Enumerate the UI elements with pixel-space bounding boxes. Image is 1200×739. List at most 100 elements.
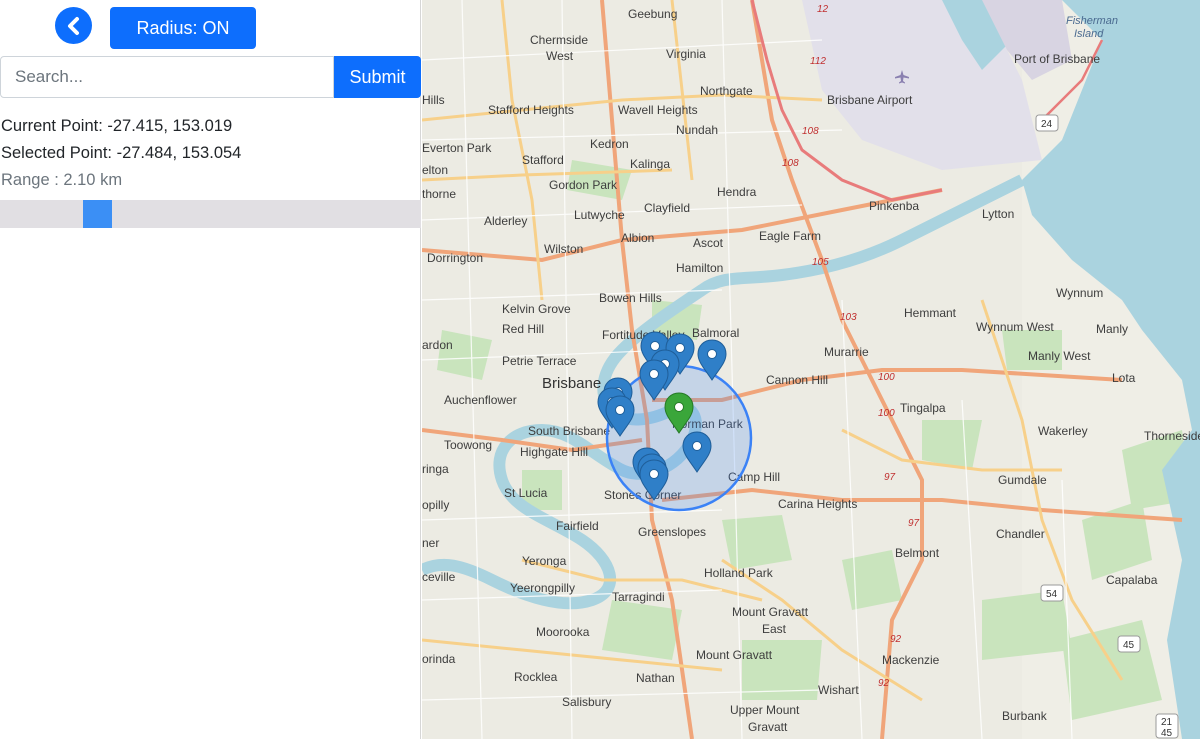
- svg-text:Hamilton: Hamilton: [676, 261, 723, 275]
- map-view[interactable]: Geebung Chermside West Virginia Northgat…: [422, 0, 1200, 739]
- svg-text:Virginia: Virginia: [666, 47, 706, 61]
- svg-text:Mount Gravatt: Mount Gravatt: [732, 605, 809, 619]
- svg-text:Balmoral: Balmoral: [692, 326, 739, 340]
- svg-text:45: 45: [1161, 728, 1173, 739]
- svg-text:100: 100: [878, 408, 895, 419]
- search-input[interactable]: [0, 56, 334, 98]
- svg-text:Lytton: Lytton: [982, 207, 1014, 221]
- svg-text:Hendra: Hendra: [717, 185, 757, 199]
- svg-text:Island: Island: [1074, 28, 1104, 40]
- svg-text:97: 97: [908, 518, 920, 529]
- svg-text:Holland Park: Holland Park: [704, 566, 774, 580]
- svg-text:Hemmant: Hemmant: [904, 306, 957, 320]
- svg-text:Stafford Heights: Stafford Heights: [488, 103, 574, 117]
- svg-text:Port of Brisbane: Port of Brisbane: [1014, 52, 1100, 66]
- side-panel: Radius: ON Submit Current Point: -27.415…: [0, 0, 421, 739]
- svg-text:Northgate: Northgate: [700, 84, 753, 98]
- svg-text:Rocklea: Rocklea: [514, 670, 558, 684]
- svg-text:45: 45: [1123, 640, 1135, 651]
- svg-text:Gravatt: Gravatt: [748, 720, 788, 734]
- svg-text:24: 24: [1041, 119, 1053, 130]
- svg-text:54: 54: [1046, 589, 1058, 600]
- back-button[interactable]: [55, 7, 92, 44]
- svg-text:Geebung: Geebung: [628, 7, 677, 21]
- svg-text:92: 92: [878, 678, 890, 689]
- svg-text:Ascot: Ascot: [693, 236, 724, 250]
- svg-text:Toowong: Toowong: [444, 438, 492, 452]
- svg-text:Wakerley: Wakerley: [1038, 424, 1088, 438]
- svg-text:112: 112: [810, 56, 826, 67]
- svg-text:Eagle Farm: Eagle Farm: [759, 229, 821, 243]
- chevron-left-icon: [67, 16, 79, 35]
- svg-text:Nathan: Nathan: [636, 671, 675, 685]
- submit-button[interactable]: Submit: [334, 56, 421, 98]
- svg-text:Hills: Hills: [422, 93, 445, 107]
- svg-text:Stafford: Stafford: [522, 153, 564, 167]
- svg-text:Pinkenba: Pinkenba: [869, 199, 919, 213]
- svg-text:East: East: [762, 622, 787, 636]
- svg-text:thorne: thorne: [422, 187, 456, 201]
- svg-text:Belmont: Belmont: [895, 546, 940, 560]
- svg-text:100: 100: [878, 372, 895, 383]
- svg-text:Wilston: Wilston: [544, 242, 583, 256]
- svg-text:Manly West: Manly West: [1028, 349, 1091, 363]
- svg-text:Yeronga: Yeronga: [522, 554, 567, 568]
- svg-text:Salisbury: Salisbury: [562, 695, 611, 709]
- svg-text:Lota: Lota: [1112, 371, 1136, 385]
- svg-text:Fisherman: Fisherman: [1066, 15, 1118, 27]
- map-canvas: Geebung Chermside West Virginia Northgat…: [422, 0, 1200, 739]
- svg-text:orinda: orinda: [422, 652, 456, 666]
- svg-text:Wavell Heights: Wavell Heights: [618, 103, 698, 117]
- svg-text:West: West: [546, 49, 574, 63]
- svg-text:St Lucia: St Lucia: [504, 486, 548, 500]
- svg-text:Clayfield: Clayfield: [644, 201, 690, 215]
- svg-text:Gordon Park: Gordon Park: [549, 178, 618, 192]
- svg-text:Auchenflower: Auchenflower: [444, 393, 517, 407]
- selected-point-text: Selected Point: -27.484, 153.054: [1, 144, 242, 162]
- svg-text:Wishart: Wishart: [818, 683, 859, 697]
- svg-text:Brisbane: Brisbane: [542, 375, 601, 392]
- svg-text:Brisbane Airport: Brisbane Airport: [827, 93, 913, 107]
- svg-text:Kalinga: Kalinga: [630, 157, 670, 171]
- svg-text:Fairfield: Fairfield: [556, 519, 599, 533]
- svg-text:Thorneside: Thorneside: [1144, 429, 1200, 443]
- svg-text:Tarragindi: Tarragindi: [612, 590, 665, 604]
- svg-text:Kelvin Grove: Kelvin Grove: [502, 302, 571, 316]
- svg-text:South Brisbane: South Brisbane: [528, 424, 610, 438]
- svg-text:Chandler: Chandler: [996, 527, 1045, 541]
- svg-text:Upper Mount: Upper Mount: [730, 703, 800, 717]
- svg-text:Capalaba: Capalaba: [1106, 573, 1158, 587]
- svg-text:Cannon Hill: Cannon Hill: [766, 373, 828, 387]
- svg-text:Chermside: Chermside: [530, 33, 588, 47]
- svg-text:Moorooka: Moorooka: [536, 625, 590, 639]
- svg-text:103: 103: [840, 312, 857, 323]
- svg-text:21: 21: [1161, 717, 1173, 728]
- svg-text:12: 12: [817, 4, 829, 15]
- svg-text:Petrie Terrace: Petrie Terrace: [502, 354, 577, 368]
- svg-text:ringa: ringa: [422, 462, 449, 476]
- svg-text:Tingalpa: Tingalpa: [900, 401, 946, 415]
- svg-text:Dorrington: Dorrington: [427, 251, 483, 265]
- svg-text:108: 108: [802, 126, 819, 137]
- range-slider-thumb[interactable]: [83, 200, 112, 228]
- svg-text:Manly: Manly: [1096, 322, 1128, 336]
- svg-text:Lutwyche: Lutwyche: [574, 208, 625, 222]
- svg-text:Everton Park: Everton Park: [422, 141, 492, 155]
- svg-text:Highgate Hill: Highgate Hill: [520, 445, 588, 459]
- svg-text:Wynnum: Wynnum: [1056, 286, 1103, 300]
- svg-text:105: 105: [812, 257, 829, 268]
- svg-text:ardon: ardon: [422, 338, 453, 352]
- radius-toggle-button[interactable]: Radius: ON: [110, 7, 256, 49]
- current-point-text: Current Point: -27.415, 153.019: [1, 117, 233, 135]
- svg-text:ceville: ceville: [422, 570, 456, 584]
- svg-text:Murarrie: Murarrie: [824, 345, 869, 359]
- svg-text:Albion: Albion: [621, 231, 654, 245]
- range-slider[interactable]: [0, 200, 421, 228]
- svg-text:Mackenzie: Mackenzie: [882, 653, 940, 667]
- svg-text:92: 92: [890, 634, 902, 645]
- svg-text:Gumdale: Gumdale: [998, 473, 1047, 487]
- svg-text:Burbank: Burbank: [1002, 709, 1048, 723]
- svg-text:108: 108: [782, 158, 799, 169]
- svg-text:Bowen Hills: Bowen Hills: [599, 291, 662, 305]
- svg-text:97: 97: [884, 472, 896, 483]
